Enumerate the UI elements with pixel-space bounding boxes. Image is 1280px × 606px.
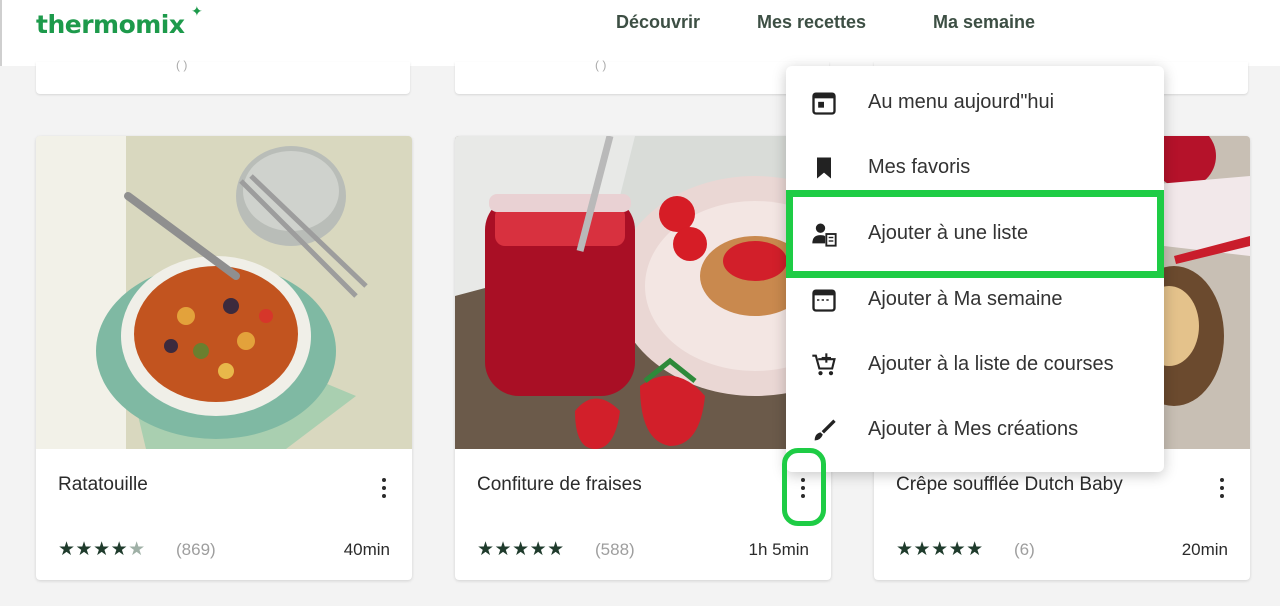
menu-item-label: Au menu aujourd"hui: [868, 91, 1055, 113]
recipe-image-confiture[interactable]: [455, 136, 831, 449]
more-options-button[interactable]: [1212, 474, 1232, 504]
nav-decouvrir[interactable]: Découvrir: [616, 12, 700, 33]
recipe-card[interactable]: Confiture de fraises ★★★★★ (588) 1h 5min: [455, 136, 831, 580]
recipe-title[interactable]: Confiture de fraises: [477, 474, 642, 496]
brush-icon: [814, 419, 836, 441]
menu-item-label: Mes favoris: [868, 156, 971, 178]
calendar-icon: [812, 289, 836, 312]
recipe-title[interactable]: Crêpe soufflée Dutch Baby: [896, 474, 1123, 496]
calendar-today-icon: [812, 92, 836, 115]
menu-item-au-menu-aujourdhui[interactable]: Au menu aujourd"hui: [786, 71, 1164, 131]
recipe-card[interactable]: Ratatouille ★★★★★ (869) 40min: [36, 136, 412, 580]
thermomix-logo[interactable]: thermomix: [36, 10, 185, 39]
menu-item-label: Ajouter à la liste de courses: [868, 353, 1114, 375]
rating-count: (869): [176, 540, 216, 559]
half-star-icon: ★: [128, 539, 146, 560]
partial-rating-count: ( ): [595, 58, 607, 72]
cart-add-icon: [812, 353, 836, 376]
menu-item-ajouter-a-la-liste-de-courses[interactable]: Ajouter à la liste de courses: [786, 333, 1164, 393]
rating-stars: ★★★★★: [58, 539, 146, 560]
menu-item-mes-favoris[interactable]: Mes favoris: [786, 136, 1164, 196]
cook-time: 40min: [343, 540, 390, 559]
rating-stars: ★★★★★: [477, 539, 565, 560]
cook-time: 20min: [1181, 540, 1228, 559]
nav-mes-recettes[interactable]: Mes recettes: [757, 12, 866, 33]
header-edge: [0, 0, 2, 66]
rating-count: (588): [595, 540, 635, 559]
rating-stars: ★★★★★: [896, 539, 984, 560]
rating-count: (6): [1014, 540, 1035, 559]
menu-item-label: Ajouter à Mes créations: [868, 418, 1079, 440]
partial-rating-count: ( ): [176, 58, 188, 72]
header: thermomix ✦ Découvrir Mes recettes Ma se…: [0, 0, 1280, 66]
recipe-title[interactable]: Ratatouille: [58, 474, 148, 496]
menu-item-ajouter-a-mes-creations[interactable]: Ajouter à Mes créations: [786, 398, 1164, 458]
menu-item-label: Ajouter à Ma semaine: [868, 288, 1063, 310]
previous-row-card: ( ): [36, 58, 410, 94]
nav-ma-semaine[interactable]: Ma semaine: [933, 12, 1035, 33]
highlight-ajouter-a-une-liste: [786, 190, 1164, 278]
logo-star-icon: ✦: [191, 3, 203, 19]
cook-time: 1h 5min: [748, 540, 809, 559]
highlight-more-options-button: [782, 448, 826, 526]
recipe-image-ratatouille[interactable]: [36, 136, 412, 449]
bookmark-icon: [817, 157, 831, 179]
previous-row-card: ( ): [455, 58, 829, 94]
more-options-button[interactable]: [374, 474, 394, 504]
